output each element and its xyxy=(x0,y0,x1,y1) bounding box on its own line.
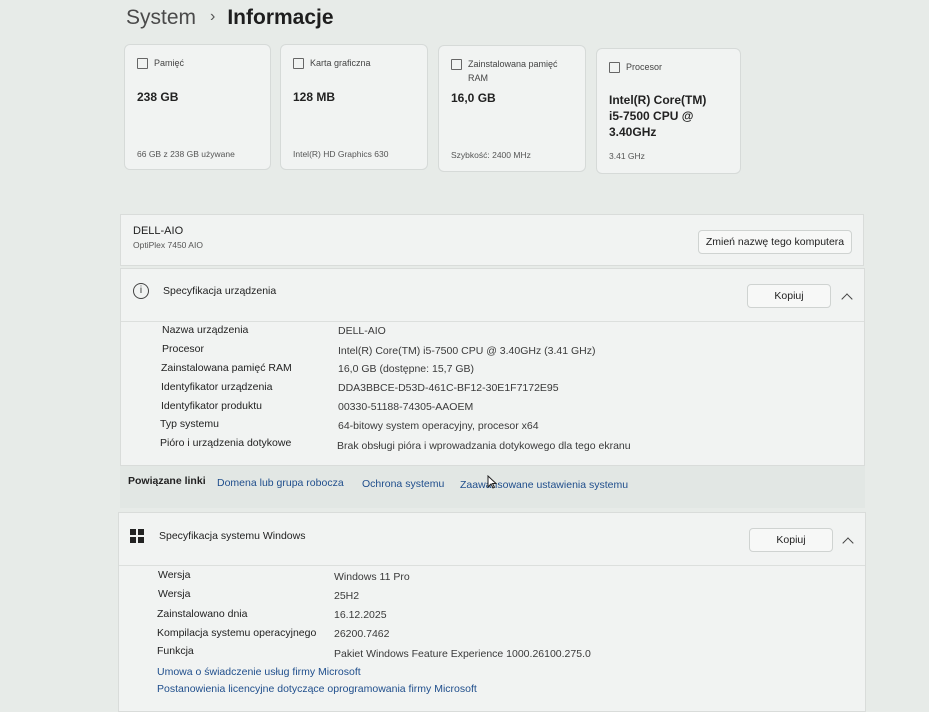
cpu-icon xyxy=(609,62,620,73)
page-title: Informacje xyxy=(227,6,334,29)
windows-spec-header[interactable]: Specyfikacja systemu Windows Kopiuj xyxy=(119,513,865,566)
related-links-label: Powiązane linki xyxy=(128,475,206,487)
link-domain-workgroup[interactable]: Domena lub grupa robocza xyxy=(217,477,344,489)
chevron-up-icon[interactable] xyxy=(842,537,854,549)
spec-label: Typ systemu xyxy=(160,418,219,430)
spec-value: 64-bitowy system operacyjny, procesor x6… xyxy=(338,420,539,432)
cpu-value-line2: i5-7500 CPU @ xyxy=(609,109,694,123)
link-services-agreement[interactable]: Umowa o świadczenie usług firmy Microsof… xyxy=(157,666,361,678)
copy-button[interactable]: Kopiuj xyxy=(749,528,833,552)
device-name-panel: DELL-AIO OptiPlex 7450 AIO Zmień nazwę t… xyxy=(120,214,864,266)
spec-label: Kompilacja systemu operacyjnego xyxy=(157,627,317,639)
spec-value: 25H2 xyxy=(334,590,360,602)
breadcrumb-system[interactable]: System xyxy=(126,6,196,29)
device-model: OptiPlex 7450 AIO xyxy=(133,240,203,250)
card-subtitle: Szybkość: 2400 MHz xyxy=(451,150,531,160)
card-title: Procesor xyxy=(626,62,663,72)
chevron-right-icon: › xyxy=(210,8,216,25)
section-title: Specyfikacja urządzenia xyxy=(163,285,277,297)
link-advanced-settings[interactable]: Zaawansowane ustawienia systemu xyxy=(460,479,628,491)
ram-card[interactable]: Zainstalowana pamięć RAM 16,0 GB Szybkość… xyxy=(438,45,586,172)
spec-label: Pióro i urządzenia dotykowe xyxy=(160,437,292,449)
spec-value: Intel(R) Core(TM) i5-7500 CPU @ 3.40GHz … xyxy=(338,345,596,357)
card-subtitle: 66 GB z 238 GB używane xyxy=(137,149,235,159)
info-icon: i xyxy=(133,283,149,299)
spec-label: Procesor xyxy=(162,343,205,355)
device-spec-header[interactable]: i Specyfikacja urządzenia Kopiuj xyxy=(121,269,864,322)
gpu-icon xyxy=(293,58,304,69)
card-subtitle: 3.41 GHz xyxy=(609,151,645,161)
card-value: 128 MB xyxy=(293,90,336,104)
spec-value: Windows 11 Pro xyxy=(334,571,410,583)
chevron-up-icon[interactable] xyxy=(841,293,853,305)
cpu-value-line1: Intel(R) Core(TM) xyxy=(609,93,707,107)
gpu-card[interactable]: Karta graficzna 128 MB Intel(R) HD Graph… xyxy=(280,44,428,170)
spec-label: Zainstalowana pamięć RAM xyxy=(161,362,292,374)
rename-pc-button[interactable]: Zmień nazwę tego komputera xyxy=(698,230,852,254)
spec-value: Pakiet Windows Feature Experience 1000.2… xyxy=(334,648,591,660)
windows-logo-icon xyxy=(130,529,144,543)
storage-icon xyxy=(137,58,148,69)
spec-label: Identyfikator produktu xyxy=(161,400,262,412)
card-title: Pamięć xyxy=(154,58,185,68)
spec-value: 00330-51188-74305-AAOEM xyxy=(338,401,474,413)
card-value: Intel(R) Core(TM) i5-7500 CPU @ 3.40GHz xyxy=(609,92,706,140)
spec-label: Wersja xyxy=(158,569,191,581)
cpu-value-line3: 3.40GHz xyxy=(609,125,657,139)
card-value: 238 GB xyxy=(137,90,179,104)
spec-value: 26200.7462 xyxy=(334,628,390,640)
cpu-card[interactable]: Procesor Intel(R) Core(TM) i5-7500 CPU @… xyxy=(596,48,741,174)
spec-value: Brak obsługi pióra i wprowadzania dotyko… xyxy=(337,440,631,452)
copy-button[interactable]: Kopiuj xyxy=(747,284,831,308)
spec-label: Identyfikator urządzenia xyxy=(161,381,273,393)
spec-label: Nazwa urządzenia xyxy=(162,324,249,336)
spec-label: Zainstalowano dnia xyxy=(157,608,248,620)
ram-icon xyxy=(451,59,462,70)
card-title-line2: RAM xyxy=(468,73,488,83)
link-system-protection[interactable]: Ochrona systemu xyxy=(362,478,444,490)
storage-card[interactable]: Pamięć 238 GB 66 GB z 238 GB używane xyxy=(124,44,271,170)
card-title: Zainstalowana pamięć xyxy=(468,59,558,69)
spec-value: DDA3BBCE-D53D-461C-BF12-30E1F7172E95 xyxy=(338,382,559,394)
device-name: DELL-AIO xyxy=(133,225,184,237)
card-title: Karta graficzna xyxy=(310,58,371,68)
section-title: Specyfikacja systemu Windows xyxy=(159,530,306,542)
breadcrumb: System › Informacje xyxy=(126,6,334,30)
card-subtitle: Intel(R) HD Graphics 630 xyxy=(293,149,389,159)
spec-label: Funkcja xyxy=(157,645,194,657)
card-value: 16,0 GB xyxy=(451,91,496,105)
spec-value: DELL-AIO xyxy=(338,325,386,337)
spec-label: Wersja xyxy=(158,588,191,600)
spec-value: 16,0 GB (dostępne: 15,7 GB) xyxy=(338,363,474,375)
spec-value: 16.12.2025 xyxy=(334,609,387,621)
mouse-cursor-icon xyxy=(487,475,497,489)
link-license-terms[interactable]: Postanowienia licencyjne dotyczące oprog… xyxy=(157,683,477,695)
